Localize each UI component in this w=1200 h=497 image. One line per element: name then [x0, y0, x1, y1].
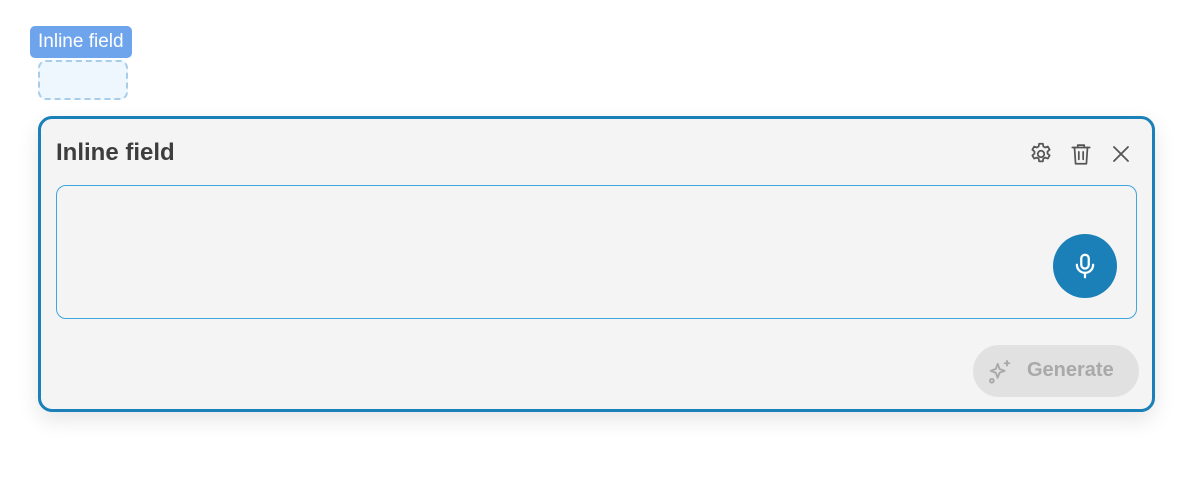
panel-title: Inline field	[56, 139, 175, 166]
inline-field-panel: Inline field Generate	[38, 116, 1155, 412]
sparkle-icon	[989, 359, 1011, 384]
trash-icon[interactable]	[1066, 139, 1096, 169]
field-tag-label: Inline field	[30, 26, 132, 58]
generate-button-label: Generate	[1027, 359, 1114, 381]
close-icon[interactable]	[1106, 139, 1136, 169]
gear-icon[interactable]	[1026, 139, 1056, 169]
inline-text-field[interactable]	[56, 185, 1137, 319]
microphone-icon	[1075, 253, 1095, 279]
voice-input-button[interactable]	[1053, 234, 1117, 298]
generate-button[interactable]: Generate	[973, 345, 1139, 397]
field-drop-placeholder[interactable]	[38, 60, 128, 100]
inline-text-input[interactable]	[57, 186, 1136, 318]
